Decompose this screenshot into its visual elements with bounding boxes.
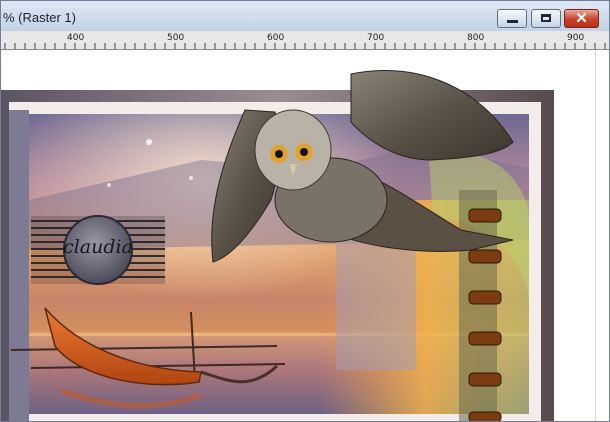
star-glint-3 [189,176,193,180]
ruler-label-800: 800 [467,33,485,43]
ruler-ticks [4,43,606,49]
ruler-label-500: 500 [167,33,185,43]
grid-panel [336,240,416,370]
title-bar[interactable]: % (Raster 1) ✕ [1,1,609,31]
maximize-icon [541,14,551,22]
star-glint [146,139,152,145]
ruler-label-600: 600 [267,33,285,43]
frame-left-strip [9,110,29,421]
logo-text: claudia [63,236,133,258]
horizontal-ruler[interactable]: 400 500 600 700 800 900 [1,31,609,50]
close-icon: ✕ [575,10,588,27]
star-glint-2 [107,183,111,187]
minimize-icon [507,20,518,23]
ruler-label-400: 400 [67,33,85,43]
film-strip [459,190,497,421]
artwork: claudia [1,70,554,421]
window-title: % (Raster 1) [3,10,76,25]
stripe-logo-block: claudia [31,215,165,285]
image-window: % (Raster 1) ✕ 400 500 600 700 800 900 c… [0,0,610,422]
ruler-label-700: 700 [367,33,385,43]
ruler-label-900: 900 [567,33,585,43]
canvas-scroll-edge[interactable] [595,50,609,421]
close-button[interactable]: ✕ [564,9,599,28]
maximize-button[interactable] [531,9,561,28]
image-canvas[interactable]: claudia [1,50,609,421]
minimize-button[interactable] [497,9,527,28]
